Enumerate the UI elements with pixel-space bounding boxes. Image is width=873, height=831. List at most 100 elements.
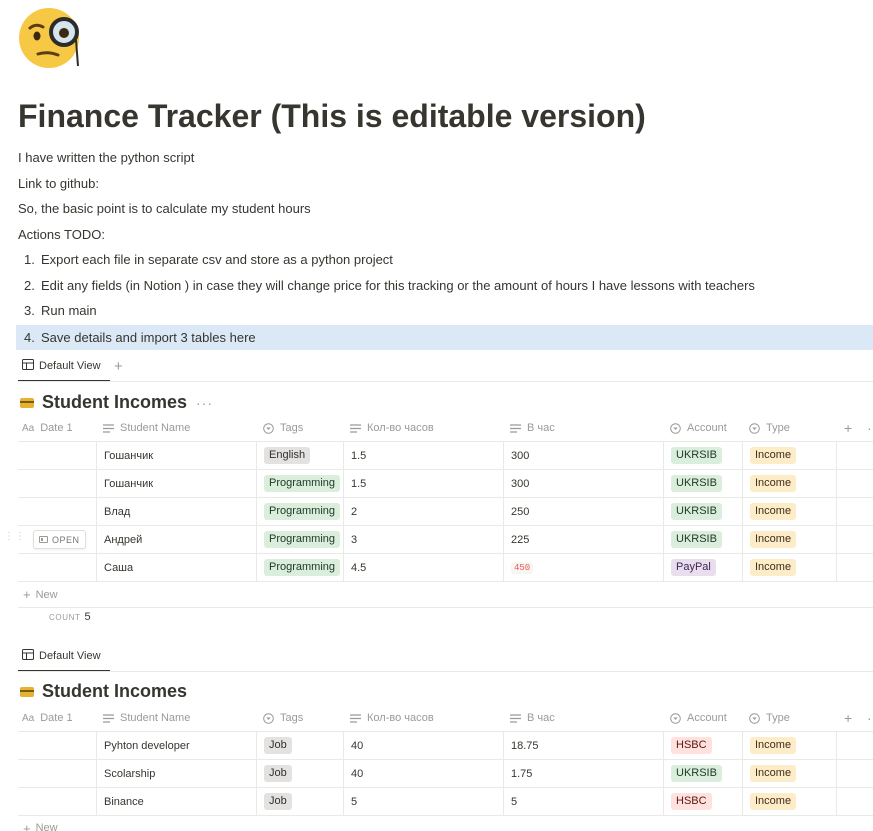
- add-view-button[interactable]: +: [114, 358, 123, 375]
- column-header-date[interactable]: Aa Date 1: [22, 704, 73, 732]
- table-row[interactable]: Саша Programming 4.5 450 PayPal Income: [18, 554, 873, 582]
- monocle-face-icon[interactable]: [18, 6, 82, 70]
- more-columns-button[interactable]: ·: [867, 414, 872, 442]
- table-row[interactable]: Binance Job 5 5 HSBC Income: [18, 788, 873, 816]
- column-header-tags[interactable]: Tags: [263, 414, 303, 442]
- list-item[interactable]: 1. Export each file in separate csv and …: [16, 247, 873, 272]
- cell-date[interactable]: [18, 498, 98, 525]
- cell-hours[interactable]: 40: [343, 760, 503, 787]
- column-header-type[interactable]: Type: [749, 704, 790, 732]
- cell-tags[interactable]: Programming: [256, 526, 343, 553]
- column-header-tags[interactable]: Tags: [263, 704, 303, 732]
- cell-account[interactable]: PayPal: [663, 554, 742, 581]
- cell-rate[interactable]: 225: [503, 526, 663, 553]
- cell-tags[interactable]: English: [256, 442, 343, 469]
- list-item[interactable]: 3. Run main: [16, 298, 873, 323]
- cell-tags[interactable]: Programming: [256, 498, 343, 525]
- cell-date[interactable]: [18, 760, 98, 787]
- page-title[interactable]: Finance Tracker (This is editable versio…: [18, 98, 646, 135]
- cell-account[interactable]: UKRSIB: [663, 470, 742, 497]
- column-header-student-name[interactable]: Student Name: [103, 414, 190, 442]
- cell-rate[interactable]: 1.75: [503, 760, 663, 787]
- cell-rate[interactable]: 18.75: [503, 732, 663, 759]
- cell-type[interactable]: Income: [742, 470, 836, 497]
- cell-student-name[interactable]: Гошанчик: [96, 470, 256, 497]
- cell-account[interactable]: UKRSIB: [663, 526, 742, 553]
- cell-date[interactable]: OPEN: [18, 526, 98, 553]
- cell-tags[interactable]: Job: [256, 760, 343, 787]
- new-row-button[interactable]: + New: [18, 582, 873, 608]
- cell-account[interactable]: UKRSIB: [663, 442, 742, 469]
- column-header-hours[interactable]: Кол-во часов: [350, 414, 434, 442]
- open-row-button[interactable]: OPEN: [33, 530, 86, 549]
- tab-default-view[interactable]: Default View: [18, 642, 110, 672]
- column-header-rate[interactable]: В час: [510, 704, 555, 732]
- column-header-type[interactable]: Type: [749, 414, 790, 442]
- cell-student-name[interactable]: Андрей: [96, 526, 256, 553]
- new-row-button[interactable]: + New: [18, 816, 873, 831]
- cell-type[interactable]: Income: [742, 498, 836, 525]
- cell-type[interactable]: Income: [742, 760, 836, 787]
- more-options-button[interactable]: ···: [196, 395, 213, 411]
- cell-hours[interactable]: 1.5: [343, 470, 503, 497]
- count-summary[interactable]: COUNT 5: [49, 611, 91, 623]
- paragraph[interactable]: So, the basic point is to calculate my s…: [18, 201, 311, 216]
- cell-hours[interactable]: 40: [343, 732, 503, 759]
- cell-date[interactable]: [18, 442, 98, 469]
- table-row[interactable]: Гошанчик English 1.5 300 UKRSIB Income: [18, 442, 873, 470]
- cell-date[interactable]: [18, 554, 98, 581]
- cell-rate[interactable]: 300: [503, 470, 663, 497]
- add-column-button[interactable]: +: [844, 704, 852, 732]
- tab-default-view[interactable]: Default View: [18, 352, 110, 382]
- cell-hours[interactable]: 5: [343, 788, 503, 815]
- cell-rate[interactable]: 5: [503, 788, 663, 815]
- cell-account[interactable]: UKRSIB: [663, 760, 742, 787]
- column-header-date[interactable]: Aa Date 1: [22, 414, 73, 442]
- cell-account[interactable]: UKRSIB: [663, 498, 742, 525]
- database-title[interactable]: Student Incomes ···: [20, 392, 213, 413]
- table-row-hovered[interactable]: ⋮⋮ OPEN Андрей Programming 3 225 UKRSIB …: [4, 526, 873, 554]
- paragraph[interactable]: I have written the python script: [18, 150, 194, 165]
- database-title[interactable]: Student Incomes: [20, 681, 187, 702]
- cell-student-name[interactable]: Scolarship: [96, 760, 256, 787]
- cell-rate[interactable]: 250: [503, 498, 663, 525]
- list-item[interactable]: 2. Edit any fields (in Notion ) in case …: [16, 273, 873, 298]
- cell-rate[interactable]: 300: [503, 442, 663, 469]
- cell-student-name[interactable]: Влад: [96, 498, 256, 525]
- cell-date[interactable]: [18, 470, 98, 497]
- cell-rate[interactable]: 450: [503, 554, 663, 581]
- table-row[interactable]: Pyhton developer Job 40 18.75 HSBC Incom…: [18, 732, 873, 760]
- cell-tags[interactable]: Programming: [256, 470, 343, 497]
- cell-date[interactable]: [18, 788, 98, 815]
- cell-type[interactable]: Income: [742, 526, 836, 553]
- table-row[interactable]: Влад Programming 2 250 UKRSIB Income: [18, 498, 873, 526]
- cell-student-name[interactable]: Саша: [96, 554, 256, 581]
- cell-student-name[interactable]: Pyhton developer: [96, 732, 256, 759]
- cell-type[interactable]: Income: [742, 442, 836, 469]
- cell-tags[interactable]: Job: [256, 732, 343, 759]
- cell-student-name[interactable]: Гошанчик: [96, 442, 256, 469]
- table-row[interactable]: Гошанчик Programming 1.5 300 UKRSIB Inco…: [18, 470, 873, 498]
- more-columns-button[interactable]: ·: [867, 704, 872, 732]
- cell-type[interactable]: Income: [742, 554, 836, 581]
- column-header-account[interactable]: Account: [670, 414, 727, 442]
- cell-type[interactable]: Income: [742, 788, 836, 815]
- cell-hours[interactable]: 3: [343, 526, 503, 553]
- cell-tags[interactable]: Programming: [256, 554, 343, 581]
- paragraph[interactable]: Actions TODO:: [18, 227, 105, 242]
- cell-account[interactable]: HSBC: [663, 732, 742, 759]
- column-header-hours[interactable]: Кол-во часов: [350, 704, 434, 732]
- add-column-button[interactable]: +: [844, 414, 852, 442]
- column-header-account[interactable]: Account: [670, 704, 727, 732]
- paragraph[interactable]: Link to github:: [18, 176, 99, 191]
- column-header-rate[interactable]: В час: [510, 414, 555, 442]
- column-header-student-name[interactable]: Student Name: [103, 704, 190, 732]
- table-row[interactable]: Scolarship Job 40 1.75 UKRSIB Income: [18, 760, 873, 788]
- cell-hours[interactable]: 1.5: [343, 442, 503, 469]
- list-item-selected[interactable]: 4. Save details and import 3 tables here: [16, 325, 873, 350]
- cell-tags[interactable]: Job: [256, 788, 343, 815]
- cell-student-name[interactable]: Binance: [96, 788, 256, 815]
- cell-date[interactable]: [18, 732, 98, 759]
- cell-hours[interactable]: 2: [343, 498, 503, 525]
- cell-hours[interactable]: 4.5: [343, 554, 503, 581]
